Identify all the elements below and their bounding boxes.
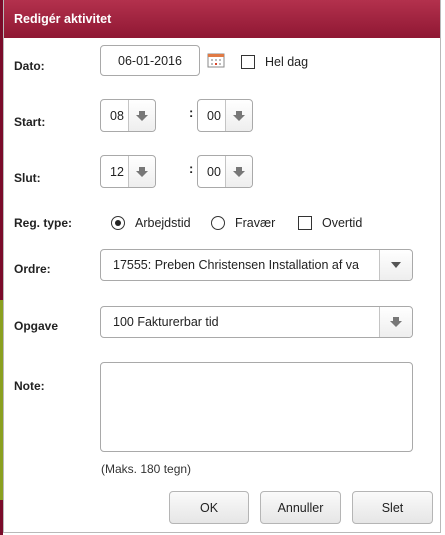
radio-fravaer-label: Fravær: [235, 216, 276, 230]
cancel-button[interactable]: Annuller: [260, 491, 341, 524]
end-minute-spinner[interactable]: 00: [197, 155, 253, 188]
task-value: 100 Fakturerbar tid: [113, 315, 219, 329]
time-separator: :: [189, 105, 194, 120]
start-hour-value: 08: [110, 108, 124, 123]
note-label: Note:: [14, 379, 45, 393]
task-label: Opgave: [14, 319, 59, 333]
end-minute-value: 00: [207, 164, 221, 179]
calendar-icon[interactable]: [207, 52, 225, 68]
arrow-down-icon[interactable]: [379, 307, 412, 337]
arrow-down-icon[interactable]: [225, 156, 252, 187]
start-label: Start:: [14, 115, 46, 129]
note-hint: (Maks. 180 tegn): [101, 462, 192, 476]
arrow-down-icon[interactable]: [128, 100, 155, 131]
start-minute-spinner[interactable]: 00: [197, 99, 253, 132]
radio-arbejdstid-label: Arbejdstid: [135, 216, 191, 230]
order-value: 17555: Preben Christensen Installation a…: [113, 258, 359, 272]
arrow-down-icon[interactable]: [225, 100, 252, 131]
date-input[interactable]: 06-01-2016: [100, 45, 200, 76]
date-value: 06-01-2016: [118, 53, 182, 68]
reg-type-label: Reg. type:: [14, 216, 73, 230]
date-label: Dato:: [14, 59, 45, 73]
order-label: Ordre:: [14, 262, 51, 276]
radio-fravaer[interactable]: [211, 216, 225, 230]
start-hour-spinner[interactable]: 08: [100, 99, 156, 132]
radio-arbejdstid[interactable]: [111, 216, 125, 230]
all-day-checkbox[interactable]: [241, 55, 255, 69]
time-separator: :: [189, 161, 194, 176]
end-hour-value: 12: [110, 164, 124, 179]
dialog-title: Redigér aktivitet: [14, 12, 112, 26]
note-textarea[interactable]: [100, 362, 413, 452]
end-hour-spinner[interactable]: 12: [100, 155, 156, 188]
start-minute-value: 00: [207, 108, 221, 123]
arrow-down-icon[interactable]: [128, 156, 155, 187]
overtime-label: Overtid: [322, 216, 363, 230]
caret-down-icon[interactable]: [379, 250, 412, 280]
dialog-titlebar[interactable]: Redigér aktivitet: [4, 0, 440, 38]
edit-activity-dialog: Redigér aktivitet Dato: 06-01-2016 Hel d…: [3, 0, 441, 533]
end-label: Slut:: [14, 171, 41, 185]
ok-button[interactable]: OK: [169, 491, 249, 524]
overtime-checkbox[interactable]: [298, 216, 312, 230]
order-select[interactable]: 17555: Preben Christensen Installation a…: [100, 249, 413, 281]
task-select[interactable]: 100 Fakturerbar tid: [100, 306, 413, 338]
delete-button[interactable]: Slet: [352, 491, 433, 524]
all-day-label: Hel dag: [265, 55, 309, 69]
